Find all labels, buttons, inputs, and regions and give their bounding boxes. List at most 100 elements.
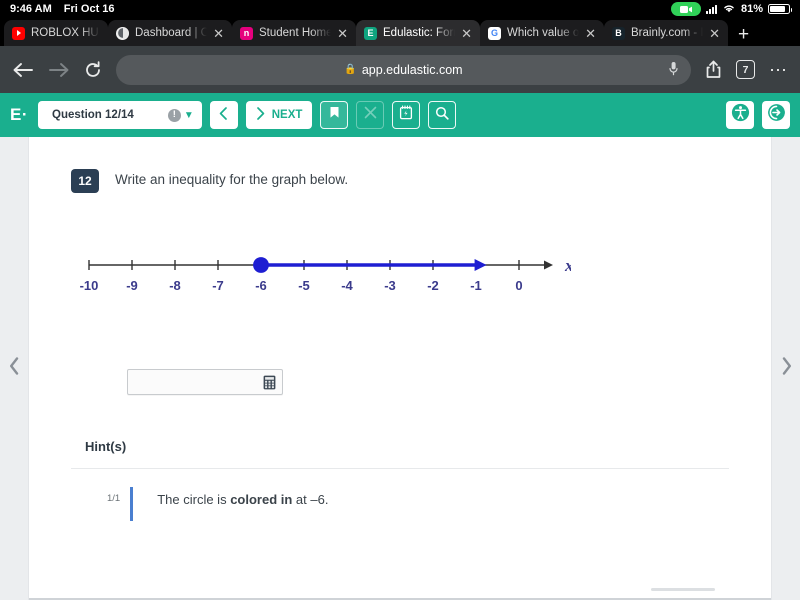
nearpod-icon: n: [240, 26, 253, 40]
share-icon[interactable]: [705, 60, 722, 79]
globe-icon: [116, 26, 129, 40]
question-selector-label: Question 12/14: [52, 109, 134, 121]
number-line-graph: -10-9-8-7-6-5-4-3-2-10x: [71, 237, 729, 327]
brainly-icon: B: [612, 26, 625, 40]
calculator-keypad-icon[interactable]: [263, 375, 276, 390]
browser-tab-strip: ROBLOX HU Dashboard | Co ✕ n Student Hom…: [0, 18, 800, 46]
next-button-label: NEXT: [271, 109, 303, 121]
browser-toolbar: 🔒 app.edulastic.com 7 ⋯: [0, 46, 800, 93]
hint-item: 1/1 The circle is colored in at –6.: [71, 469, 729, 521]
reload-icon[interactable]: [84, 60, 102, 79]
axis-tick-label: -6: [255, 278, 267, 293]
axis-tick-label: -5: [298, 278, 310, 293]
page-body: 12 Write an inequality for the graph bel…: [0, 137, 800, 600]
cellular-signal-icon: [705, 4, 717, 14]
axis-tick-label: -1: [470, 278, 482, 293]
axis-tick-label: -2: [427, 278, 439, 293]
tab-title: Dashboard | Co: [135, 27, 208, 39]
close-icon[interactable]: ✕: [585, 27, 596, 40]
close-question-button[interactable]: [356, 101, 385, 129]
hints-section: Hint(s) 1/1 The circle is colored in at …: [71, 439, 729, 521]
more-options-icon[interactable]: ⋯: [769, 61, 788, 79]
video-record-icon: [670, 2, 701, 16]
tab-title: ROBLOX HU: [31, 27, 99, 39]
axis-tick-label: -7: [212, 278, 224, 293]
new-tab-button[interactable]: +: [728, 25, 759, 46]
close-x-icon: [364, 106, 377, 124]
edulastic-toolbar: E· Question 12/14 ! ▼ NEXT: [0, 93, 800, 137]
solution-ray-arrowhead: [474, 259, 487, 271]
microphone-icon[interactable]: [668, 61, 679, 79]
status-date: Fri Oct 16: [63, 3, 115, 15]
tab-count-button[interactable]: 7: [736, 60, 755, 79]
close-icon[interactable]: ✕: [709, 27, 720, 40]
closed-endpoint-circle: [253, 257, 269, 273]
chevron-down-icon: ▼: [183, 109, 194, 121]
tab-title: Brainly.com - F: [631, 27, 704, 39]
hint-text-after: at –6.: [292, 492, 329, 507]
axis-tick-label: -8: [169, 278, 181, 293]
axis-tick-label: -10: [80, 278, 99, 293]
device-screen: 9:46 AM Fri Oct 16 81% ROBLOX HU Dashboa…: [0, 0, 800, 600]
scratchpad-button[interactable]: [392, 101, 421, 129]
scratchpad-icon: [399, 105, 413, 125]
hint-text: The circle is colored in at –6.: [143, 487, 328, 507]
answer-input[interactable]: [127, 369, 283, 395]
google-icon: G: [488, 26, 501, 40]
close-icon[interactable]: ✕: [461, 27, 472, 40]
next-question-button[interactable]: NEXT: [245, 101, 313, 129]
tab-title: Which value of: [507, 27, 580, 39]
bookmark-button[interactable]: [320, 101, 349, 129]
close-icon[interactable]: ✕: [337, 27, 348, 40]
question-number-badge: 12: [71, 169, 99, 193]
edulastic-icon: E: [364, 26, 377, 40]
scrollbar-thumb[interactable]: [651, 588, 715, 591]
browser-tab-student-home[interactable]: n Student Home ✕: [232, 20, 356, 46]
axis-label-x: x: [564, 256, 571, 275]
lock-icon: 🔒: [344, 64, 357, 75]
battery-percent: 81%: [740, 3, 763, 15]
browser-tab-brainly[interactable]: B Brainly.com - F ✕: [604, 20, 728, 46]
back-arrow-icon[interactable]: [12, 61, 34, 79]
status-time: 9:46 AM: [10, 3, 52, 15]
wifi-icon: [722, 3, 736, 16]
browser-tab-dashboard[interactable]: Dashboard | Co ✕: [108, 20, 232, 46]
address-bar[interactable]: 🔒 app.edulastic.com: [116, 54, 691, 85]
chevron-left-icon: [219, 107, 228, 123]
axis-tick-label: -3: [384, 278, 396, 293]
browser-tab-edulastic[interactable]: E Edulastic: Form ✕: [356, 20, 480, 46]
youtube-icon: [12, 26, 25, 40]
axis-tick-label: -9: [126, 278, 138, 293]
chevron-right-icon: [256, 107, 265, 123]
browser-tab-roblox[interactable]: ROBLOX HU: [4, 20, 108, 46]
close-icon[interactable]: ✕: [213, 27, 224, 40]
logout-icon: [767, 103, 786, 127]
axis-arrowhead: [544, 260, 553, 270]
tab-title: Student Home: [259, 27, 332, 39]
question-selector-dropdown[interactable]: Question 12/14 ! ▼: [38, 101, 202, 129]
url-text: app.edulastic.com: [361, 62, 463, 77]
tab-title: Edulastic: Form: [383, 27, 456, 39]
bookmark-icon: [329, 106, 340, 124]
next-item-arrow[interactable]: [772, 137, 800, 600]
previous-item-arrow[interactable]: [0, 137, 28, 600]
axis-tick-label: 0: [515, 278, 522, 293]
axis-tick-label: -4: [341, 278, 353, 293]
hints-title: Hint(s): [85, 439, 127, 454]
hint-accent-bar: [130, 487, 134, 521]
question-header: 12 Write an inequality for the graph bel…: [71, 137, 729, 193]
logout-button[interactable]: [762, 101, 790, 129]
zoom-button[interactable]: [428, 101, 457, 129]
hint-text-before: The circle is: [157, 492, 231, 507]
answer-area: [71, 369, 729, 395]
number-line-svg: -10-9-8-7-6-5-4-3-2-10x: [80, 256, 574, 293]
chevron-right-icon: [781, 357, 792, 380]
question-card: 12 Write an inequality for the graph bel…: [28, 137, 772, 600]
accessibility-icon: [731, 103, 750, 127]
forward-arrow-icon[interactable]: [48, 61, 70, 79]
previous-question-button[interactable]: [209, 101, 238, 129]
accessibility-button[interactable]: [726, 101, 754, 129]
question-prompt: Write an inequality for the graph below.: [115, 172, 349, 187]
browser-tab-google-search[interactable]: G Which value of ✕: [480, 20, 604, 46]
edulastic-logo: E·: [10, 105, 28, 124]
